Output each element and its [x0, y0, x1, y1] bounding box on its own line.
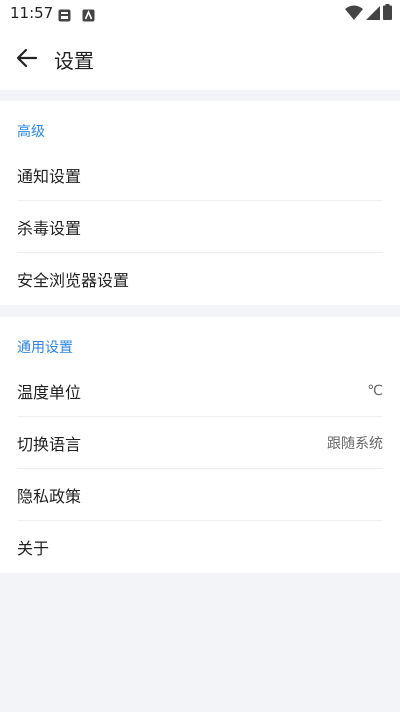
row-label: 关于 — [17, 539, 50, 558]
settings-row-language[interactable]: 切换语言 跟随系统 — [17, 417, 383, 469]
status-time: 11:57 — [10, 4, 54, 22]
row-label: 温度单位 — [17, 382, 82, 402]
battery-icon — [383, 4, 392, 24]
section-advanced: 高级 通知设置 杀毒设置 安全浏览器设置 — [0, 101, 400, 305]
section-general: 通用设置 温度单位 ℃ 切换语言 跟随系统 隐私政策 关于 — [0, 317, 400, 573]
app-notification-icon — [82, 7, 95, 22]
settings-row-antivirus[interactable]: 杀毒设置 — [17, 201, 383, 253]
status-bar: 11:57 — [0, 0, 400, 28]
row-label: 通知设置 — [17, 166, 82, 186]
row-value: 跟随系统 — [327, 435, 383, 452]
row-label: 隐私政策 — [17, 486, 82, 506]
row-label: 安全浏览器设置 — [17, 271, 130, 290]
back-arrow-icon — [16, 48, 38, 68]
settings-row-privacy-policy[interactable]: 隐私政策 — [17, 469, 383, 521]
app-bar: 设置 — [0, 28, 400, 90]
row-value: ℃ — [367, 382, 383, 399]
back-button[interactable] — [10, 40, 44, 76]
row-label: 杀毒设置 — [17, 218, 82, 238]
section-header-general: 通用设置 — [17, 340, 73, 356]
row-label: 切换语言 — [17, 434, 82, 454]
page-title: 设置 — [54, 49, 94, 73]
settings-row-safe-browser[interactable]: 安全浏览器设置 — [17, 253, 383, 305]
wifi-icon — [345, 5, 363, 24]
settings-row-temperature-unit[interactable]: 温度单位 ℃ — [17, 365, 383, 417]
settings-row-about[interactable]: 关于 — [17, 521, 383, 573]
section-header-advanced: 高级 — [17, 124, 45, 140]
signal-icon — [366, 5, 380, 24]
notification-icon — [58, 7, 71, 22]
settings-row-notification[interactable]: 通知设置 — [17, 149, 383, 201]
